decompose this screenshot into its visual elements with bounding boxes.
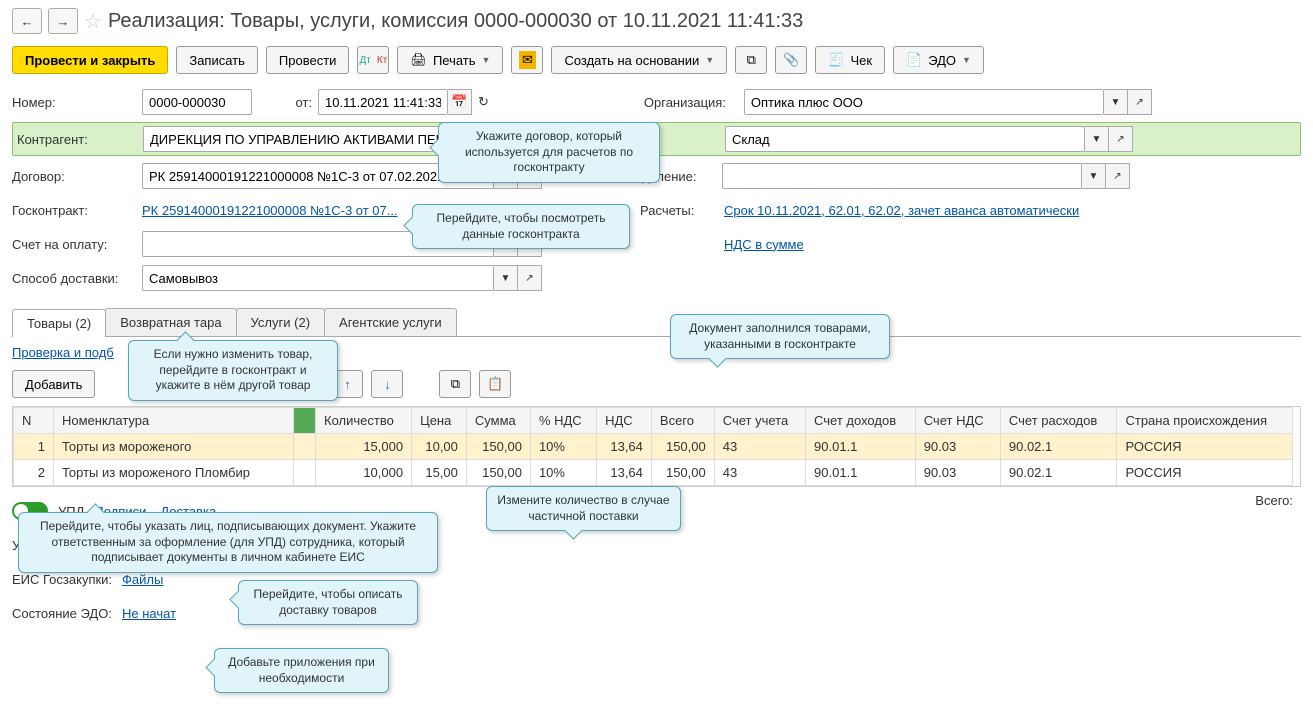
attach-button[interactable]: 📎 xyxy=(775,46,807,74)
arrow-down-icon: ↓ xyxy=(384,377,391,392)
warehouse-open-button[interactable]: ↗ xyxy=(1109,126,1133,152)
printer-icon: 🖨 xyxy=(410,52,427,68)
from-label: от: xyxy=(262,95,312,110)
counterparty-field[interactable] xyxy=(143,126,451,152)
post-button[interactable]: Провести xyxy=(266,46,350,74)
tab-goods[interactable]: Товары (2) xyxy=(12,309,106,337)
callout-sign: Перейдите, чтобы указать лиц, подписываю… xyxy=(18,512,438,573)
tab-services[interactable]: Услуги (2) xyxy=(236,308,325,336)
receipt-icon: 🧾 xyxy=(828,52,844,68)
table-row[interactable]: 2Торты из мороженого Пломбир10,00015,001… xyxy=(14,460,1293,486)
col-vatacc[interactable]: Счет НДС xyxy=(915,408,1000,434)
division-dropdown-button[interactable]: ▼ xyxy=(1082,163,1106,189)
edo-state-label: Состояние ЭДО: xyxy=(12,606,122,621)
tab-returnable[interactable]: Возвратная тара xyxy=(105,308,236,336)
division-open-button[interactable]: ↗ xyxy=(1106,163,1130,189)
calc-label: Расчеты: xyxy=(640,203,720,218)
delivery-field[interactable] xyxy=(142,265,494,291)
number-label: Номер: xyxy=(12,95,142,110)
related-button[interactable]: ⧉ xyxy=(735,46,767,74)
files-link[interactable]: Файлы xyxy=(122,572,163,587)
col-qty[interactable]: Количество xyxy=(316,408,412,434)
col-vatp[interactable]: % НДС xyxy=(530,408,596,434)
calendar-icon: 📅 xyxy=(451,94,467,110)
print-button[interactable]: 🖨Печать▼ xyxy=(397,46,503,74)
page-title: Реализация: Товары, услуги, комиссия 000… xyxy=(108,10,803,33)
warehouse-field[interactable] xyxy=(725,126,1085,152)
email-button[interactable]: ✉ xyxy=(511,46,543,74)
contract-label: Договор: xyxy=(12,169,142,184)
favorite-icon[interactable]: ☆ xyxy=(84,9,102,34)
paste-button[interactable]: 📋 xyxy=(479,370,511,398)
col-sum[interactable]: Сумма xyxy=(466,408,530,434)
edo-button[interactable]: 📄ЭДО▼ xyxy=(893,46,984,74)
refresh-icon[interactable]: ↻ xyxy=(478,94,489,110)
delivery-label: Способ доставки: xyxy=(12,271,142,286)
col-exp[interactable]: Счет расходов xyxy=(1000,408,1117,434)
col-total[interactable]: Всего xyxy=(651,408,714,434)
number-field[interactable] xyxy=(142,89,252,115)
move-down-button[interactable]: ↓ xyxy=(371,370,403,398)
edo-icon: 📄 xyxy=(906,52,922,68)
org-open-button[interactable]: ↗ xyxy=(1128,89,1152,115)
add-row-button[interactable]: Добавить xyxy=(12,370,95,398)
tab-agent[interactable]: Агентские услуги xyxy=(324,308,457,336)
org-label: Организация: xyxy=(644,95,744,110)
col-income[interactable]: Счет доходов xyxy=(806,408,916,434)
callout-files: Добавьте приложения при необходимости xyxy=(214,648,389,693)
total-label: Всего: xyxy=(1255,493,1293,508)
clip-icon: 📎 xyxy=(783,52,799,68)
col-n[interactable]: N xyxy=(14,408,54,434)
goods-table: N Номенклатура Количество Цена Сумма % Н… xyxy=(13,407,1293,486)
copy-icon: ⧉ xyxy=(451,376,460,392)
col-nom[interactable]: Номенклатура xyxy=(54,408,294,434)
delivery-open-button[interactable]: ↗ xyxy=(518,265,542,291)
nav-forward-button[interactable]: → xyxy=(48,8,78,34)
col-country[interactable]: Страна происхождения xyxy=(1117,408,1293,434)
dtkt-button[interactable]: ДтКт xyxy=(357,46,389,74)
paste-icon: 📋 xyxy=(487,376,503,392)
arrow-up-icon: ↑ xyxy=(344,377,351,392)
calendar-button[interactable]: 📅 xyxy=(448,89,472,115)
vat-link[interactable]: НДС в сумме xyxy=(724,237,804,252)
delivery-dropdown-button[interactable]: ▼ xyxy=(494,265,518,291)
callout-contract: Укажите договор, который используется дл… xyxy=(438,122,660,183)
col-acc[interactable]: Счет учета xyxy=(714,408,805,434)
warehouse-dropdown-button[interactable]: ▼ xyxy=(1085,126,1109,152)
check-link[interactable]: Проверка и подб xyxy=(12,345,114,360)
calc-link[interactable]: Срок 10.11.2021, 62.01, 62.02, зачет ава… xyxy=(724,203,1079,218)
col-price[interactable]: Цена xyxy=(412,408,467,434)
nav-back-button[interactable]: ← xyxy=(12,8,42,34)
callout-qty: Измените количество в случае частичной п… xyxy=(486,486,681,531)
table-row[interactable]: 1Торты из мороженого15,00010,00150,0010%… xyxy=(14,434,1293,460)
mail-icon: ✉ xyxy=(519,51,536,69)
division-field[interactable] xyxy=(722,163,1082,189)
org-field[interactable] xyxy=(744,89,1104,115)
col-vat[interactable]: НДС xyxy=(597,408,652,434)
counterparty-label: Контрагент: xyxy=(13,132,143,147)
callout-filled: Документ заполнился товарами, указанными… xyxy=(670,314,890,359)
copy-button[interactable]: ⧉ xyxy=(439,370,471,398)
eis-label: ЕИС Госзакупки: xyxy=(12,572,122,587)
check-button[interactable]: 🧾Чек xyxy=(815,46,885,74)
save-button[interactable]: Записать xyxy=(176,46,258,74)
callout-delivery: Перейдите, чтобы описать доставку товаро… xyxy=(238,580,418,625)
post-and-close-button[interactable]: Провести и закрыть xyxy=(12,46,168,74)
edo-state-link[interactable]: Не начат xyxy=(122,606,176,621)
callout-goscontract: Перейдите, чтобы посмотреть данные госко… xyxy=(412,204,630,249)
invoice-label: Счет на оплату: xyxy=(12,237,142,252)
goscontract-label: Госконтракт: xyxy=(12,203,142,218)
goscontract-link[interactable]: РК 25914000191221000008 №1С-3 от 07... xyxy=(142,203,398,218)
org-dropdown-button[interactable]: ▼ xyxy=(1104,89,1128,115)
related-icon: ⧉ xyxy=(747,52,756,68)
create-based-button[interactable]: Создать на основании▼ xyxy=(551,46,727,74)
date-field[interactable] xyxy=(318,89,448,115)
callout-change-item: Если нужно изменить товар, перейдите в г… xyxy=(128,340,338,401)
